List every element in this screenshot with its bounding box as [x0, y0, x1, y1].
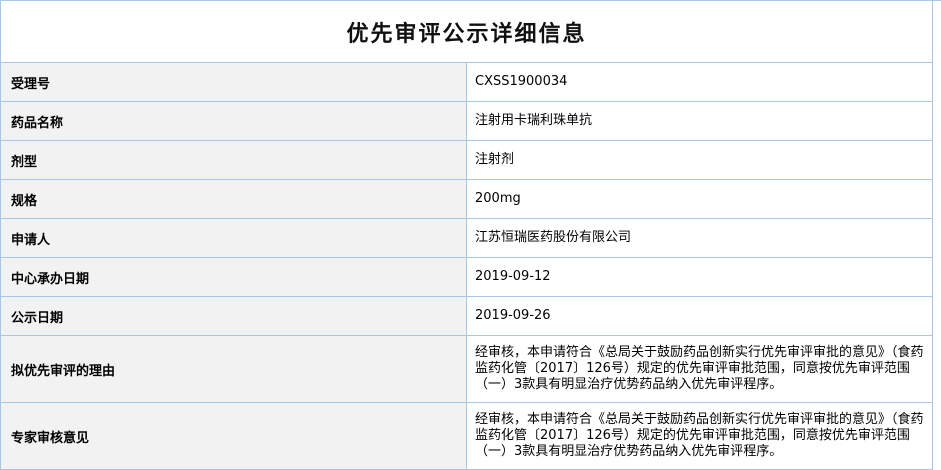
page-title: 优先审评公示详细信息 — [0, 0, 933, 63]
row-value-center-date: 2019-09-12 — [466, 257, 933, 297]
row-label-expert-opinion: 专家审核意见 — [0, 402, 467, 470]
row-label-drug-name: 药品名称 — [0, 101, 467, 141]
detail-table: 优先审评公示详细信息 受理号 CXSS1900034 药品名称 注射用卡瑞利珠单… — [0, 0, 933, 470]
row-label-center-date: 中心承办日期 — [0, 257, 467, 297]
table-row: 拟优先审评的理由 经审核，本申请符合《总局关于鼓励药品创新实行优先审评审批的意见… — [0, 335, 933, 403]
row-value-priority-reason: 经审核，本申请符合《总局关于鼓励药品创新实行优先审评审批的意见》（食药监药化管〔… — [466, 335, 933, 403]
row-label-dosage-form: 剂型 — [0, 140, 467, 180]
row-value-specification: 200mg — [466, 179, 933, 219]
table-row: 中心承办日期 2019-09-12 — [0, 257, 933, 297]
row-value-applicant: 江苏恒瑞医药股份有限公司 — [466, 218, 933, 258]
row-label-priority-reason: 拟优先审评的理由 — [0, 335, 467, 403]
row-label-specification: 规格 — [0, 179, 467, 219]
table-row: 规格 200mg — [0, 179, 933, 219]
row-value-acceptance-number: CXSS1900034 — [466, 62, 933, 102]
row-label-publicity-date: 公示日期 — [0, 296, 467, 336]
table-row: 申请人 江苏恒瑞医药股份有限公司 — [0, 218, 933, 258]
row-value-expert-opinion: 经审核，本申请符合《总局关于鼓励药品创新实行优先审评审批的意见》（食药监药化管〔… — [466, 402, 933, 470]
table-row: 公示日期 2019-09-26 — [0, 296, 933, 336]
table-row: 专家审核意见 经审核，本申请符合《总局关于鼓励药品创新实行优先审评审批的意见》（… — [0, 402, 933, 470]
row-value-dosage-form: 注射剂 — [466, 140, 933, 180]
row-value-publicity-date: 2019-09-26 — [466, 296, 933, 336]
row-label-acceptance-number: 受理号 — [0, 62, 467, 102]
row-value-drug-name: 注射用卡瑞利珠单抗 — [466, 101, 933, 141]
table-row: 剂型 注射剂 — [0, 140, 933, 180]
table-row: 受理号 CXSS1900034 — [0, 62, 933, 102]
table-row: 药品名称 注射用卡瑞利珠单抗 — [0, 101, 933, 141]
row-label-applicant: 申请人 — [0, 218, 467, 258]
